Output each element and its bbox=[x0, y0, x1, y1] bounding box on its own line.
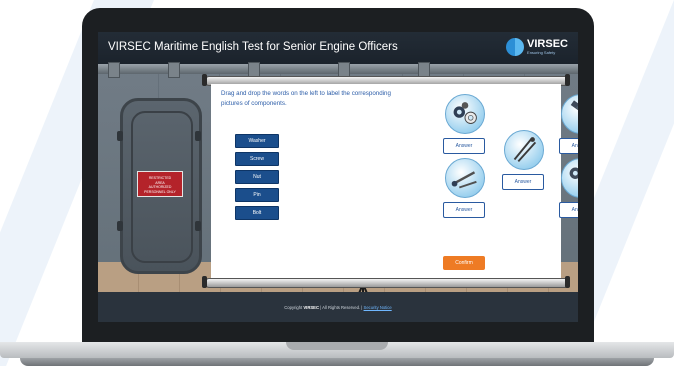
roller-cap bbox=[202, 74, 207, 86]
word-tile-pin[interactable]: Pin bbox=[235, 188, 279, 202]
bolt-icon bbox=[561, 94, 578, 134]
overhead-pipe bbox=[98, 62, 578, 78]
laptop-notch bbox=[286, 342, 388, 350]
answer-drop-zone-1[interactable]: Answer bbox=[443, 138, 485, 154]
app-header: VIRSEC Maritime English Test for Senior … bbox=[98, 32, 578, 64]
app-footer: Copyright VIRSEC | All Rights Reserved. … bbox=[98, 292, 578, 322]
word-tile-nut[interactable]: Nut bbox=[235, 170, 279, 184]
door-handle bbox=[117, 221, 123, 231]
copyright-prefix: Copyright bbox=[284, 305, 303, 310]
answer-drop-zone-5[interactable]: Answer bbox=[559, 202, 578, 218]
door-handle bbox=[195, 221, 201, 231]
logo-tagline: Ensuring Safety bbox=[527, 50, 556, 55]
roller-cap bbox=[202, 276, 207, 288]
security-notice-link[interactable]: Security Notice bbox=[364, 305, 392, 310]
watertight-door: RESTRICTED AREA AUTHORIZED PERSONNEL ONL… bbox=[117, 98, 202, 274]
virsec-logo: VIRSEC Ensuring Safety bbox=[506, 38, 568, 56]
laptop-base-bottom bbox=[20, 358, 654, 366]
washer-icon bbox=[561, 158, 578, 198]
pipe-joint bbox=[168, 62, 180, 78]
logo-mark-icon bbox=[506, 38, 525, 56]
screw-icon bbox=[445, 158, 485, 198]
door-handle bbox=[117, 131, 123, 141]
roller-cap bbox=[565, 276, 570, 288]
board-bottom-roller bbox=[205, 278, 569, 288]
instruction-text: Drag and drop the words on the left to l… bbox=[221, 90, 391, 107]
answer-drop-zone-3[interactable]: Answer bbox=[559, 138, 578, 154]
confirm-button[interactable]: Confirm bbox=[443, 256, 485, 270]
copyright-brand: VIRSEC bbox=[303, 305, 319, 310]
word-tile-washer[interactable]: Washer bbox=[235, 134, 279, 148]
restricted-area-sign: RESTRICTED AREA AUTHORIZED PERSONNEL ONL… bbox=[137, 171, 183, 197]
app-screen: VIRSEC Maritime English Test for Senior … bbox=[98, 32, 578, 322]
nut-washer-icon bbox=[445, 94, 485, 134]
copyright-rights: | All Rights Reserved. | bbox=[320, 305, 363, 310]
word-tile-screw[interactable]: Screw bbox=[235, 152, 279, 166]
whiteboard: Drag and drop the words on the left to l… bbox=[211, 84, 578, 278]
app-title: VIRSEC Maritime English Test for Senior … bbox=[108, 41, 398, 53]
answer-drop-zone-2[interactable]: Answer bbox=[502, 174, 544, 190]
copyright-text: Copyright VIRSEC | All Rights Reserved. … bbox=[98, 305, 578, 310]
roller-cap bbox=[565, 74, 570, 86]
sign-line: PERSONNEL ONLY bbox=[144, 189, 176, 194]
answer-drop-zone-4[interactable]: Answer bbox=[443, 202, 485, 218]
door-handle bbox=[195, 131, 201, 141]
pin-icon bbox=[504, 130, 544, 170]
pipe-joint bbox=[108, 62, 120, 78]
logo-text: VIRSEC bbox=[527, 38, 568, 50]
word-tile-bolt[interactable]: Bolt bbox=[235, 206, 279, 220]
